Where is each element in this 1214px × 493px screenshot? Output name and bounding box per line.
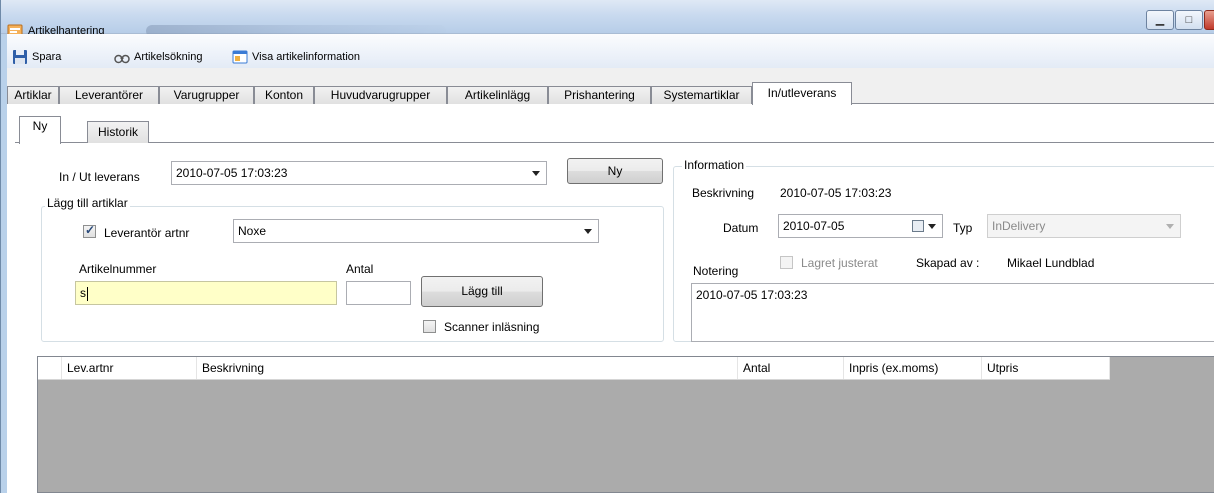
- date-label: Datum: [723, 221, 759, 235]
- scanner-checkbox[interactable]: [423, 320, 436, 333]
- note-textarea[interactable]: 2010-07-05 17:03:23: [691, 283, 1214, 342]
- description-label: Beskrivning: [692, 186, 755, 200]
- binoculars-icon: [114, 49, 130, 65]
- supplier-artnr-label: Leverantör artnr: [104, 226, 190, 240]
- tab-varugrupper[interactable]: Varugrupper: [159, 86, 254, 104]
- date-value: 2010-07-05: [783, 219, 845, 233]
- grid-header: Lev.artnr Beskrivning Antal Inpris (ex.m…: [38, 357, 1110, 380]
- subtab-ny[interactable]: Ny: [19, 116, 61, 144]
- supplier-artnr-checkbox[interactable]: [83, 223, 96, 238]
- chevron-down-icon: [928, 224, 936, 229]
- stock-adjusted-label: Lagret justerat: [801, 256, 878, 270]
- tab-huvudvarugrupper[interactable]: Huvudvarugrupper: [314, 86, 447, 104]
- supplier-value: Noxe: [238, 224, 267, 238]
- delivery-label: In / Ut leverans: [59, 170, 140, 184]
- show-article-info-label: Visa artikelinformation: [252, 51, 361, 63]
- toolbar: Spara Artikelsökning Visa artikelinforma…: [7, 34, 1214, 68]
- info-window-icon: [232, 49, 248, 65]
- tab-artikelinlagg[interactable]: Artikelinlägg: [447, 86, 548, 104]
- main-tab-strip: Artiklar Leverantörer Varugrupper Konton…: [7, 82, 1214, 105]
- new-delivery-button[interactable]: Ny: [567, 158, 663, 184]
- article-search-button[interactable]: Artikelsökning: [114, 47, 202, 67]
- article-number-label: Artikelnummer: [79, 262, 157, 276]
- information-group-title: Information: [682, 158, 747, 172]
- date-picker[interactable]: 2010-07-05: [778, 214, 943, 238]
- minimize-button[interactable]: ▁: [1146, 10, 1174, 30]
- calendar-icon[interactable]: [912, 220, 924, 232]
- save-label: Spara: [32, 51, 62, 63]
- article-search-label: Artikelsökning: [134, 51, 203, 63]
- tab-konton[interactable]: Konton: [254, 86, 314, 104]
- note-label: Notering: [693, 264, 739, 278]
- quantity-input[interactable]: [346, 281, 411, 305]
- chevron-down-icon: [532, 171, 540, 176]
- tab-in-utleverans[interactable]: In/utleverans: [752, 82, 852, 105]
- column-header-lev-artnr[interactable]: Lev.artnr: [62, 357, 197, 379]
- app-window: Artikelhantering ▁ □ Spara Artikelsöknin…: [0, 0, 1214, 493]
- article-number-value: s: [80, 286, 86, 300]
- stock-adjusted-checkbox: [780, 256, 793, 269]
- row-header-corner: [38, 357, 62, 379]
- floppy-disk-icon: [12, 49, 28, 65]
- tab-leverantorer[interactable]: Leverantörer: [59, 86, 159, 104]
- column-header-antal[interactable]: Antal: [738, 357, 844, 379]
- show-article-info-button[interactable]: Visa artikelinformation: [232, 47, 360, 67]
- delivery-select[interactable]: 2010-07-05 17:03:23: [171, 161, 547, 185]
- tab-prishantering[interactable]: Prishantering: [548, 86, 651, 104]
- text-caret: [87, 286, 88, 301]
- delivery-value: 2010-07-05 17:03:23: [176, 166, 288, 180]
- close-button[interactable]: [1204, 10, 1214, 30]
- add-article-button[interactable]: Lägg till: [421, 276, 543, 307]
- column-header-beskrivning[interactable]: Beskrivning: [197, 357, 738, 379]
- subtab-historik[interactable]: Historik: [87, 121, 149, 143]
- created-by-label: Skapad av :: [916, 256, 980, 270]
- column-header-utpris[interactable]: Utpris: [982, 357, 1110, 379]
- supplier-select[interactable]: Noxe: [233, 219, 599, 243]
- article-number-input[interactable]: s: [75, 281, 337, 305]
- chevron-down-icon: [1166, 224, 1174, 229]
- tab-artiklar[interactable]: Artiklar: [7, 86, 59, 104]
- sub-tab-strip: Ny Historik: [15, 116, 1214, 144]
- note-value: 2010-07-05 17:03:23: [696, 288, 808, 302]
- maximize-button[interactable]: □: [1175, 10, 1203, 30]
- created-by-value: Mikael Lundblad: [1007, 256, 1095, 270]
- type-value: InDelivery: [992, 219, 1046, 233]
- tab-systemartiklar[interactable]: Systemartiklar: [651, 86, 752, 104]
- articles-grid[interactable]: Lev.artnr Beskrivning Antal Inpris (ex.m…: [37, 356, 1214, 493]
- quantity-label: Antal: [346, 262, 374, 276]
- scanner-label: Scanner inläsning: [444, 320, 540, 334]
- add-articles-group-title: Lägg till artiklar: [45, 196, 130, 210]
- type-label: Typ: [953, 221, 973, 235]
- title-bar[interactable]: Artikelhantering ▁ □: [1, 0, 1214, 37]
- description-value: 2010-07-05 17:03:23: [780, 186, 892, 200]
- save-button[interactable]: Spara: [12, 47, 61, 67]
- column-header-inpris[interactable]: Inpris (ex.moms): [844, 357, 982, 379]
- chevron-down-icon: [584, 229, 592, 234]
- type-select: InDelivery: [987, 214, 1181, 238]
